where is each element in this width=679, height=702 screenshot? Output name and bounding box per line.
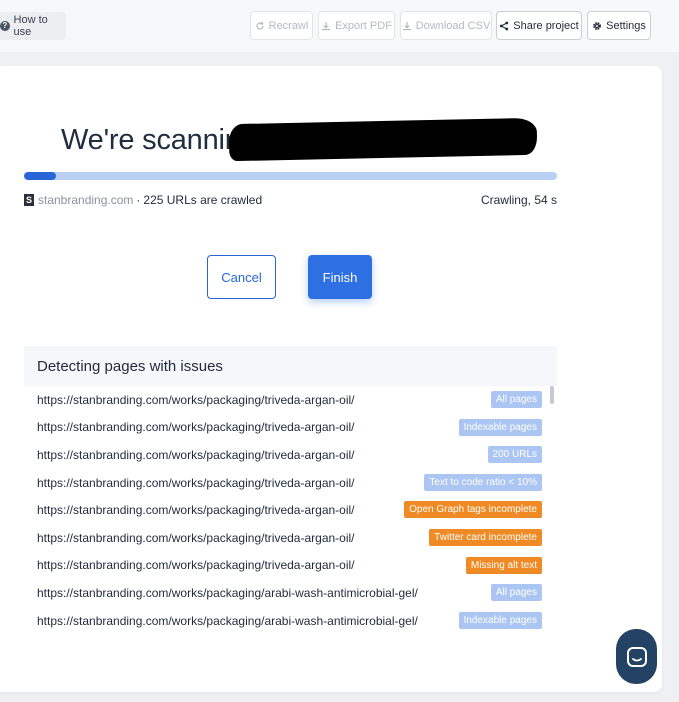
top-toolbar: ? How to use Recrawl Export PDF Download… <box>0 0 679 52</box>
issues-header: Detecting pages with issues <box>24 346 557 386</box>
issue-row[interactable]: https://stanbranding.com/works/packaging… <box>24 579 557 607</box>
issue-tag: Indexable pages <box>458 611 542 629</box>
cancel-button[interactable]: Cancel <box>207 255 276 299</box>
page-title: We're scanning <box>61 124 257 156</box>
issue-url[interactable]: https://stanbranding.com/works/packaging… <box>37 586 418 600</box>
crawl-status: Crawling, 54 s <box>480 193 557 207</box>
export-pdf-label: Export PDF <box>335 19 392 32</box>
issue-row[interactable]: https://stanbranding.com/works/packaging… <box>24 524 557 552</box>
crawl-progress-fill <box>24 172 56 180</box>
issue-row[interactable]: https://stanbranding.com/works/packaging… <box>24 607 557 635</box>
refresh-icon <box>256 21 264 30</box>
site-favicon-icon: S <box>24 194 34 206</box>
share-project-label: Share project <box>513 19 579 32</box>
recrawl-label: Recrawl <box>268 19 309 32</box>
issue-url[interactable]: https://stanbranding.com/works/packaging… <box>37 476 355 490</box>
chat-launcher-button[interactable] <box>616 629 657 684</box>
issues-title: Detecting pages with issues <box>37 357 223 375</box>
gear-icon <box>593 21 602 30</box>
download-icon <box>402 21 411 30</box>
crawl-progress-bar <box>24 172 557 180</box>
export-pdf-button[interactable]: Export PDF <box>318 11 395 40</box>
issue-tag: Indexable pages <box>458 418 542 436</box>
recrawl-button[interactable]: Recrawl <box>250 11 313 40</box>
issue-tag: Missing alt text <box>465 556 542 574</box>
issue-row[interactable]: https://stanbranding.com/works/packaging… <box>24 441 557 469</box>
issue-url[interactable]: https://stanbranding.com/works/packaging… <box>37 614 418 628</box>
issue-url[interactable]: https://stanbranding.com/works/packaging… <box>37 503 355 517</box>
issue-url[interactable]: https://stanbranding.com/works/packaging… <box>37 531 355 545</box>
issue-tag: Open Graph tags incomplete <box>404 501 542 519</box>
crawled-count: 225 URLs are crawled <box>143 193 263 207</box>
how-to-use-button[interactable]: ? How to use <box>0 12 66 40</box>
issue-row[interactable]: https://stanbranding.com/works/packaging… <box>24 386 557 414</box>
separator: · <box>136 193 141 207</box>
finish-button[interactable]: Finish <box>308 255 372 299</box>
how-to-use-label: How to use <box>13 14 48 38</box>
issue-row[interactable]: https://stanbranding.com/works/packaging… <box>24 496 557 524</box>
download-csv-button[interactable]: Download CSV <box>400 11 492 40</box>
question-circle-icon: ? <box>0 21 10 31</box>
issue-url[interactable]: https://stanbranding.com/works/packaging… <box>37 393 355 407</box>
issue-url[interactable]: https://stanbranding.com/works/packaging… <box>37 448 355 462</box>
chat-icon <box>626 646 647 667</box>
download-icon <box>322 21 331 30</box>
settings-label: Settings <box>606 19 646 32</box>
issue-url[interactable]: https://stanbranding.com/works/packaging… <box>37 558 355 572</box>
crawl-info-row: S stanbranding.com · 225 URLs are crawle… <box>24 192 557 208</box>
issue-tag: Twitter card incomplete <box>429 528 542 546</box>
issue-tag: 200 URLs <box>487 446 542 464</box>
share-project-button[interactable]: Share project <box>496 11 582 40</box>
issues-list[interactable]: https://stanbranding.com/works/packaging… <box>24 386 557 636</box>
issue-tag: All pages <box>490 584 542 602</box>
settings-button[interactable]: Settings <box>587 11 651 40</box>
issue-tag: Text to code ratio < 10% <box>424 473 542 491</box>
issues-scrollbar[interactable] <box>550 386 554 404</box>
issue-url[interactable]: https://stanbranding.com/works/packaging… <box>37 420 355 434</box>
issue-tag: All pages <box>490 391 542 408</box>
share-icon <box>500 21 509 30</box>
issue-row[interactable]: https://stanbranding.com/works/packaging… <box>24 414 557 442</box>
site-domain: stanbranding.com <box>38 193 134 207</box>
redaction-mark <box>228 117 538 162</box>
issue-row[interactable]: https://stanbranding.com/works/packaging… <box>24 469 557 497</box>
issue-row[interactable]: https://stanbranding.com/works/packaging… <box>24 552 557 580</box>
download-csv-label: Download CSV <box>415 19 491 32</box>
